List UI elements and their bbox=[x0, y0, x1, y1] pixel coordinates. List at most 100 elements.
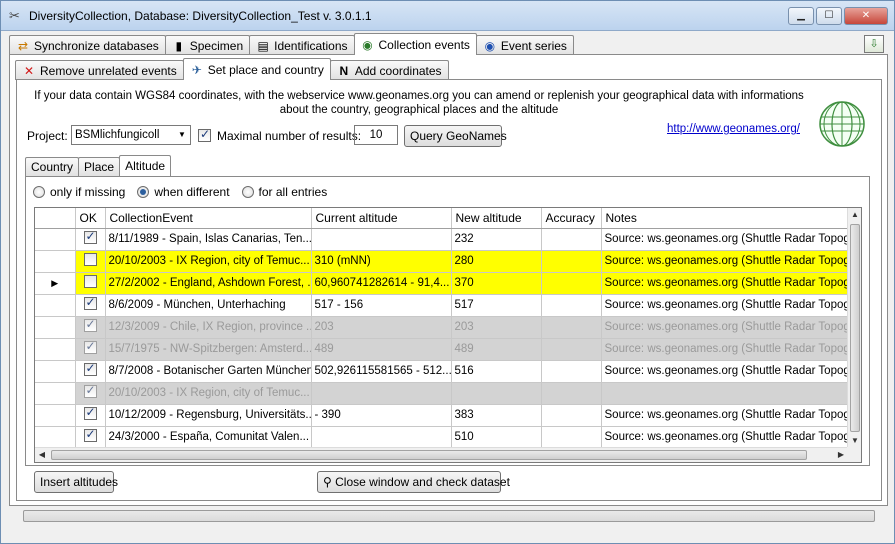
new-altitude-cell[interactable]: 232 bbox=[451, 228, 542, 251]
collection-event-cell[interactable]: 24/3/2000 - España, Comunitat Valen... bbox=[105, 426, 312, 449]
radio-when-different[interactable]: when different bbox=[137, 185, 230, 199]
current-altitude-cell[interactable] bbox=[311, 426, 452, 449]
new-altitude-cell[interactable]: 203 bbox=[451, 316, 542, 339]
new-altitude-cell[interactable] bbox=[451, 382, 542, 405]
column-header-accuracy[interactable]: Accuracy bbox=[541, 208, 602, 229]
tab-event-series[interactable]: ◉ Event series bbox=[475, 35, 574, 55]
query-geonames-button[interactable]: Query GeoNames bbox=[404, 125, 507, 147]
current-altitude-cell[interactable]: 203 bbox=[311, 316, 452, 339]
close-and-check-button[interactable]: ⚲ Close window and check dataset bbox=[317, 471, 510, 493]
table-row[interactable]: 20/10/2003 - IX Region, city of Temuc... bbox=[35, 382, 849, 405]
tab-add-coordinates[interactable]: N Add coordinates bbox=[329, 60, 449, 80]
export-icon[interactable]: ⇩ bbox=[864, 35, 884, 53]
column-header-current-altitude[interactable]: Current altitude bbox=[311, 208, 452, 229]
row-header[interactable] bbox=[35, 294, 76, 317]
current-altitude-cell[interactable] bbox=[311, 382, 452, 405]
radio-only-if-missing[interactable]: only if missing bbox=[33, 185, 125, 199]
row-header[interactable] bbox=[35, 426, 76, 449]
tab-collection-events[interactable]: ◉ Collection events bbox=[353, 33, 477, 55]
ok-cell[interactable] bbox=[75, 250, 106, 273]
collection-event-cell[interactable]: 10/12/2009 - Regensburg, Universitäts... bbox=[105, 404, 312, 427]
notes-cell[interactable]: Source: ws.geonames.org (Shuttle Radar T… bbox=[601, 404, 849, 427]
new-altitude-cell[interactable]: 383 bbox=[451, 404, 542, 427]
notes-cell[interactable]: Source: ws.geonames.org (Shuttle Radar T… bbox=[601, 338, 849, 361]
notes-cell[interactable]: Source: ws.geonames.org (Shuttle Radar T… bbox=[601, 294, 849, 317]
scroll-up-icon[interactable]: ▲ bbox=[848, 208, 861, 222]
current-altitude-cell[interactable] bbox=[311, 228, 452, 251]
collection-event-cell[interactable]: 15/7/1975 - NW-Spitzbergen: Amsterd... bbox=[105, 338, 312, 361]
scroll-right-icon[interactable]: ▶ bbox=[834, 448, 848, 462]
vertical-scrollbar[interactable]: ▲ ▼ bbox=[847, 208, 861, 448]
new-altitude-cell[interactable]: 510 bbox=[451, 426, 542, 449]
accuracy-cell[interactable] bbox=[541, 404, 602, 427]
ok-cell[interactable] bbox=[75, 272, 106, 295]
accuracy-cell[interactable] bbox=[541, 360, 602, 383]
minimize-button[interactable]: ▁ bbox=[788, 7, 814, 25]
ok-checkbox[interactable] bbox=[83, 275, 97, 288]
table-row[interactable]: 24/3/2000 - España, Comunitat Valen... 51… bbox=[35, 426, 849, 449]
accuracy-cell[interactable] bbox=[541, 250, 602, 273]
max-results-checkbox[interactable] bbox=[198, 127, 211, 142]
table-row[interactable]: 8/11/1989 - Spain, Islas Canarias, Ten..… bbox=[35, 228, 849, 251]
collection-event-cell[interactable]: 20/10/2003 - IX Region, city of Temuc... bbox=[105, 382, 312, 405]
tab-set-place-and-country[interactable]: ✈ Set place and country bbox=[182, 58, 331, 80]
collection-event-cell[interactable]: 8/6/2009 - München, Unterhaching bbox=[105, 294, 312, 317]
ok-cell[interactable] bbox=[75, 228, 106, 251]
current-altitude-cell[interactable]: 60,960741282614 - 91,4... bbox=[311, 272, 452, 295]
notes-cell[interactable]: Source: ws.geonames.org (Shuttle Radar T… bbox=[601, 426, 849, 449]
notes-cell[interactable] bbox=[601, 382, 849, 405]
close-button[interactable]: ✕ bbox=[844, 7, 888, 25]
table-row[interactable]: 15/7/1975 - NW-Spitzbergen: Amsterd...48… bbox=[35, 338, 849, 361]
new-altitude-cell[interactable]: 489 bbox=[451, 338, 542, 361]
tab-country[interactable]: Country bbox=[25, 157, 80, 176]
notes-cell[interactable]: Source: ws.geonames.org (Shuttle Radar T… bbox=[601, 228, 849, 251]
notes-cell[interactable]: Source: ws.geonames.org (Shuttle Radar T… bbox=[601, 250, 849, 273]
tab-specimen[interactable]: ▮ Specimen bbox=[164, 35, 251, 55]
ok-checkbox[interactable] bbox=[83, 383, 97, 398]
ok-cell[interactable] bbox=[75, 426, 106, 449]
current-altitude-cell[interactable]: 517 - 156 bbox=[311, 294, 452, 317]
title-bar[interactable]: ✂ DiversityCollection, Database: Diversi… bbox=[1, 1, 894, 31]
vertical-scroll-thumb[interactable] bbox=[850, 224, 860, 432]
collection-event-cell[interactable]: 20/10/2003 - IX Region, city of Temuc... bbox=[105, 250, 312, 273]
ok-cell[interactable] bbox=[75, 382, 106, 405]
scroll-left-icon[interactable]: ◀ bbox=[35, 448, 49, 462]
horizontal-scroll-thumb[interactable] bbox=[51, 450, 807, 460]
accuracy-cell[interactable] bbox=[541, 338, 602, 361]
new-altitude-cell[interactable]: 370 bbox=[451, 272, 542, 295]
column-header-new-altitude[interactable]: New altitude bbox=[451, 208, 542, 229]
column-header-notes[interactable]: Notes bbox=[601, 208, 849, 229]
tab-identifications[interactable]: ▤ Identifications bbox=[249, 35, 355, 55]
ok-checkbox[interactable] bbox=[83, 229, 97, 244]
collection-event-cell[interactable]: 12/3/2009 - Chile, IX Region, province .… bbox=[105, 316, 312, 339]
current-altitude-cell[interactable]: 489 bbox=[311, 338, 452, 361]
accuracy-cell[interactable] bbox=[541, 228, 602, 251]
max-results-input[interactable]: 10 bbox=[354, 125, 398, 145]
current-altitude-cell[interactable]: - 390 bbox=[311, 404, 452, 427]
radio-button[interactable] bbox=[137, 186, 150, 198]
scroll-down-icon[interactable]: ▼ bbox=[848, 434, 861, 448]
ok-cell[interactable] bbox=[75, 338, 106, 361]
notes-cell[interactable]: Source: ws.geonames.org (Shuttle Radar T… bbox=[601, 272, 849, 295]
row-header[interactable] bbox=[35, 228, 76, 251]
table-row[interactable]: 20/10/2003 - IX Region, city of Temuc...… bbox=[35, 250, 849, 273]
ok-checkbox[interactable] bbox=[83, 405, 97, 420]
new-altitude-cell[interactable]: 517 bbox=[451, 294, 542, 317]
table-row[interactable]: 10/12/2009 - Regensburg, Universitäts...… bbox=[35, 404, 849, 427]
new-altitude-cell[interactable]: 516 bbox=[451, 360, 542, 383]
maximize-button[interactable]: ☐ bbox=[816, 7, 842, 25]
row-header[interactable] bbox=[35, 382, 76, 405]
ok-checkbox[interactable] bbox=[83, 339, 97, 354]
ok-checkbox[interactable] bbox=[83, 253, 97, 266]
collection-event-cell[interactable]: 8/7/2008 - Botanischer Garten München bbox=[105, 360, 312, 383]
tab-remove-unrelated-events[interactable]: ✕ Remove unrelated events bbox=[15, 60, 184, 80]
altitude-grid[interactable]: OK CollectionEvent Current altitude New … bbox=[34, 207, 862, 463]
accuracy-cell[interactable] bbox=[541, 272, 602, 295]
accuracy-cell[interactable] bbox=[541, 382, 602, 405]
ok-checkbox[interactable] bbox=[83, 295, 97, 310]
insert-altitudes-button[interactable]: Insert altitudes bbox=[34, 471, 118, 493]
row-header[interactable] bbox=[35, 404, 76, 427]
radio-button[interactable] bbox=[33, 186, 45, 198]
ok-cell[interactable] bbox=[75, 294, 106, 317]
row-header[interactable] bbox=[35, 316, 76, 339]
